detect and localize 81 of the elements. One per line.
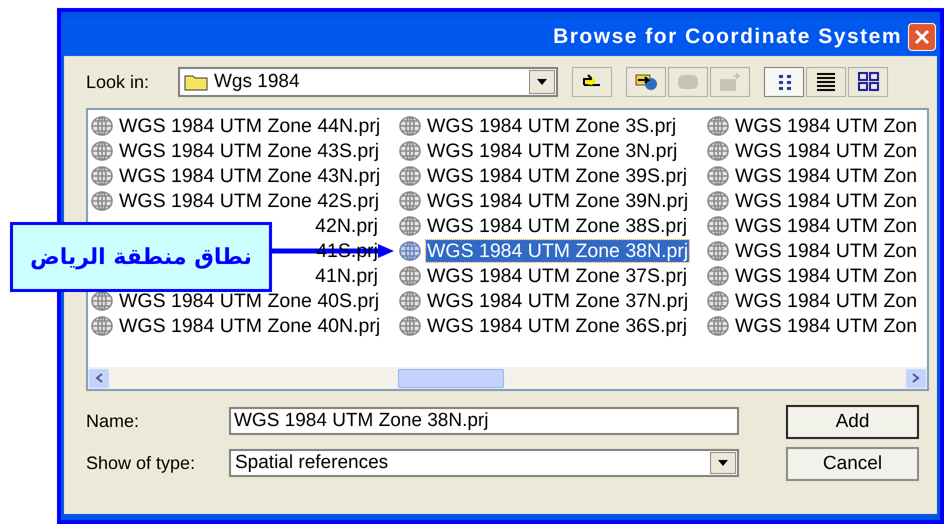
globe-icon — [706, 264, 730, 286]
globe-icon — [706, 214, 730, 236]
file-name[interactable]: WGS 1984 UTM Zon — [734, 164, 920, 186]
folder-icon — [184, 73, 208, 91]
thumbnails-view-icon — [857, 71, 879, 93]
file-name[interactable]: WGS 1984 UTM Zon — [734, 264, 920, 286]
window-title: Browse for Coordinate System — [553, 24, 902, 50]
file-name[interactable]: 41N.prj — [314, 264, 379, 286]
globe-icon — [90, 290, 114, 312]
toolbar-button[interactable] — [572, 67, 612, 97]
globe-icon — [706, 190, 730, 212]
caret-icon — [537, 79, 547, 85]
scroll-right-button[interactable] — [906, 368, 926, 388]
globe-icon — [706, 314, 730, 336]
file-name[interactable]: WGS 1984 UTM Zon — [734, 240, 920, 262]
file-name[interactable]: WGS 1984 UTM Zon — [734, 290, 920, 312]
caret-icon — [718, 460, 728, 466]
file-name[interactable]: WGS 1984 UTM Zone 40S.prj — [118, 290, 380, 312]
file-name[interactable]: WGS 1984 UTM Zone 40N.prj — [118, 314, 382, 336]
toolbar-button[interactable] — [626, 67, 666, 97]
globe-icon — [398, 164, 422, 186]
view-button[interactable] — [764, 67, 804, 97]
view-button[interactable] — [806, 67, 846, 97]
file-name[interactable]: WGS 1984 UTM Zone 38S.prj — [426, 214, 688, 236]
globe-icon — [398, 114, 422, 136]
file-name[interactable]: WGS 1984 UTM Zon — [734, 214, 920, 236]
globe-icon — [398, 240, 422, 262]
file-name[interactable]: WGS 1984 UTM Zone 39N.prj — [426, 190, 690, 212]
type-value: Spatial references — [235, 450, 390, 475]
globe-icon — [706, 164, 730, 186]
file-name[interactable]: WGS 1984 UTM Zone 36S.prj — [426, 314, 688, 336]
close-button[interactable] — [908, 23, 936, 51]
globe-icon — [706, 290, 730, 312]
look-in-dropdown[interactable]: Wgs 1984 — [178, 67, 558, 97]
close-icon — [914, 29, 930, 45]
globe-icon — [706, 140, 730, 162]
globe-icon — [706, 114, 730, 136]
globe-icon — [398, 140, 422, 162]
scrollbar-thumb[interactable] — [398, 368, 504, 388]
file-name[interactable]: WGS 1984 UTM Zone 37N.prj — [426, 290, 690, 312]
file-name[interactable]: WGS 1984 UTM Zone 44N.prj — [118, 114, 382, 136]
type-dropdown[interactable]: Spatial references — [229, 449, 739, 477]
dialog-button[interactable]: Add — [786, 405, 919, 439]
globe-icon — [90, 314, 114, 336]
file-name[interactable]: 42N.prj — [314, 214, 379, 236]
file-name[interactable]: WGS 1984 UTM Zon — [734, 190, 920, 212]
globe-icon — [398, 264, 422, 286]
scroll-left-button[interactable] — [89, 368, 109, 388]
globe-icon — [398, 214, 422, 236]
file-name[interactable]: WGS 1984 UTM Zone 3N.prj — [426, 140, 678, 162]
globe-icon — [398, 314, 422, 336]
globe-icon — [398, 290, 422, 312]
globe-icon — [90, 190, 114, 212]
globe-icon — [398, 190, 422, 212]
file-name[interactable]: WGS 1984 UTM Zon — [734, 114, 920, 136]
dropdown-button[interactable] — [710, 452, 736, 474]
new-folder-icon — [718, 71, 742, 93]
look-in-value: Wgs 1984 — [214, 70, 301, 94]
callout-text: نطاق منطقة الرياض — [30, 244, 252, 272]
file-name[interactable]: WGS 1984 UTM Zone 3S.prj — [426, 114, 678, 136]
view-button[interactable] — [848, 67, 888, 97]
look-in-label: Look in: — [86, 70, 150, 94]
name-label: Name: — [86, 410, 140, 432]
file-name[interactable]: WGS 1984 UTM Zone 43N.prj — [118, 164, 382, 186]
globe-icon — [90, 114, 114, 136]
globe-icon — [706, 240, 730, 262]
file-name[interactable]: WGS 1984 UTM Zone 37S.prj — [426, 264, 688, 286]
globe-icon — [90, 140, 114, 162]
dialog-button[interactable]: Cancel — [786, 447, 919, 481]
file-name[interactable]: WGS 1984 UTM Zon — [734, 314, 920, 336]
details-view-icon — [815, 71, 837, 93]
dropdown-button[interactable] — [529, 70, 555, 94]
file-name[interactable]: WGS 1984 UTM Zone 42S.prj — [118, 190, 380, 212]
type-label: Show of type: — [86, 452, 196, 475]
file-name[interactable]: WGS 1984 UTM Zone 38N.prj — [426, 240, 690, 262]
name-field[interactable]: WGS 1984 UTM Zone 38N.prj — [229, 407, 739, 435]
file-name[interactable]: WGS 1984 UTM Zone 43S.prj — [118, 140, 380, 162]
file-name[interactable]: WGS 1984 UTM Zon — [734, 140, 920, 162]
file-name[interactable]: WGS 1984 UTM Zone 39S.prj — [426, 164, 688, 186]
globe-icon — [90, 164, 114, 186]
name-value: WGS 1984 UTM Zone 38N.prj — [234, 408, 488, 433]
